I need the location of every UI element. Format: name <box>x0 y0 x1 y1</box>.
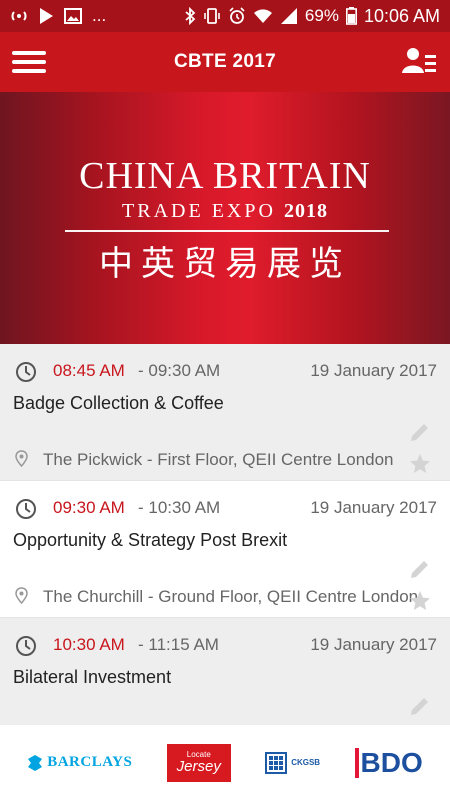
battery-percent: 69% <box>304 6 339 25</box>
banner-year: 2018 <box>283 200 328 222</box>
bdo-bar-icon <box>354 747 359 778</box>
session-start-time: 09:30 AM <box>53 498 125 517</box>
hamburger-menu-icon[interactable] <box>12 48 46 76</box>
profile-list-icon[interactable] <box>402 46 438 78</box>
barclays-text: BARCLAYS <box>47 754 133 770</box>
session-item[interactable]: 08:45 AM - 09:30 AM 19 January 2017 Badg… <box>0 344 450 481</box>
session-start-time: 10:30 AM <box>53 635 125 654</box>
session-item[interactable]: 10:30 AM - 11:15 AM 19 January 2017 Bila… <box>0 618 450 724</box>
ckgsb-logo[interactable]: CKGSB <box>265 751 321 774</box>
alarm-icon <box>228 6 246 26</box>
barclays-logo[interactable]: BARCLAYS <box>27 754 132 772</box>
image-icon <box>64 6 82 26</box>
wifi-icon <box>253 6 273 26</box>
banner-subtitle: TRADE EXPO 2018 <box>0 200 450 223</box>
signal-icon <box>280 6 298 26</box>
clock-icon <box>16 362 36 382</box>
session-date: 19 January 2017 <box>310 361 437 380</box>
battery-icon <box>345 6 357 26</box>
pencil-icon[interactable] <box>408 557 432 581</box>
pencil-icon[interactable] <box>408 420 432 444</box>
jersey-large-text: Jersey <box>176 758 221 775</box>
session-end-time: - 10:30 AM <box>138 498 221 517</box>
session-item[interactable]: 09:30 AM - 10:30 AM 19 January 2017 Oppo… <box>0 481 450 618</box>
banner-title: CHINA BRITAIN <box>79 155 371 197</box>
session-title: Bilateral Investment <box>13 667 172 687</box>
banner-divider <box>65 230 389 232</box>
sponsor-bar: BARCLAYS Locate Jersey CKGSB BDO <box>0 724 450 800</box>
ckgsb-emblem-icon <box>265 751 288 774</box>
vibrate-icon <box>203 6 221 26</box>
location-pin-icon <box>15 450 28 467</box>
session-end-time: - 11:15 AM <box>138 635 219 654</box>
banner-chinese-title: 中英贸易展览 <box>99 244 351 284</box>
star-icon[interactable] <box>408 452 432 476</box>
session-location: The Churchill - Ground Floor, QEII Centr… <box>43 587 419 606</box>
hotspot-icon <box>10 6 28 26</box>
session-start-time: 08:45 AM <box>53 361 125 380</box>
session-end-time: - 09:30 AM <box>138 361 221 380</box>
banner-subtitle-text: TRADE EXPO <box>122 200 276 222</box>
status-bar: ... 69% 10:06 AM <box>0 0 450 32</box>
clock-icon <box>16 636 36 656</box>
session-date: 19 January 2017 <box>310 498 437 517</box>
status-left-icons: ... <box>10 6 106 26</box>
app-bar: CBTE 2017 <box>0 32 450 92</box>
star-icon[interactable] <box>408 589 432 613</box>
play-store-icon <box>38 6 54 26</box>
pencil-icon[interactable] <box>408 694 432 718</box>
bluetooth-icon <box>184 6 196 26</box>
session-title: Badge Collection & Coffee <box>13 393 224 413</box>
eagle-icon <box>28 754 43 771</box>
event-banner: CHINA BRITAIN TRADE EXPO 2018 中英贸易展览 <box>0 92 450 344</box>
status-right-icons: 69% 10:06 AM <box>184 6 440 27</box>
session-date: 19 January 2017 <box>310 635 437 654</box>
bdo-text: BDO <box>360 746 423 778</box>
clock-icon <box>16 499 36 519</box>
session-list[interactable]: 08:45 AM - 09:30 AM 19 January 2017 Badg… <box>0 344 450 724</box>
clock-time: 10:06 AM <box>363 5 440 26</box>
ckgsb-text: CKGSB <box>291 757 321 767</box>
app-title: CBTE 2017 <box>174 51 276 72</box>
location-pin-icon <box>15 587 28 604</box>
more-notifications: ... <box>92 6 107 25</box>
session-location: The Pickwick - First Floor, QEII Centre … <box>43 450 394 469</box>
bdo-logo[interactable]: BDO <box>354 746 423 779</box>
session-title: Opportunity & Strategy Post Brexit <box>13 530 288 550</box>
locate-jersey-logo[interactable]: Locate Jersey <box>166 743 231 782</box>
